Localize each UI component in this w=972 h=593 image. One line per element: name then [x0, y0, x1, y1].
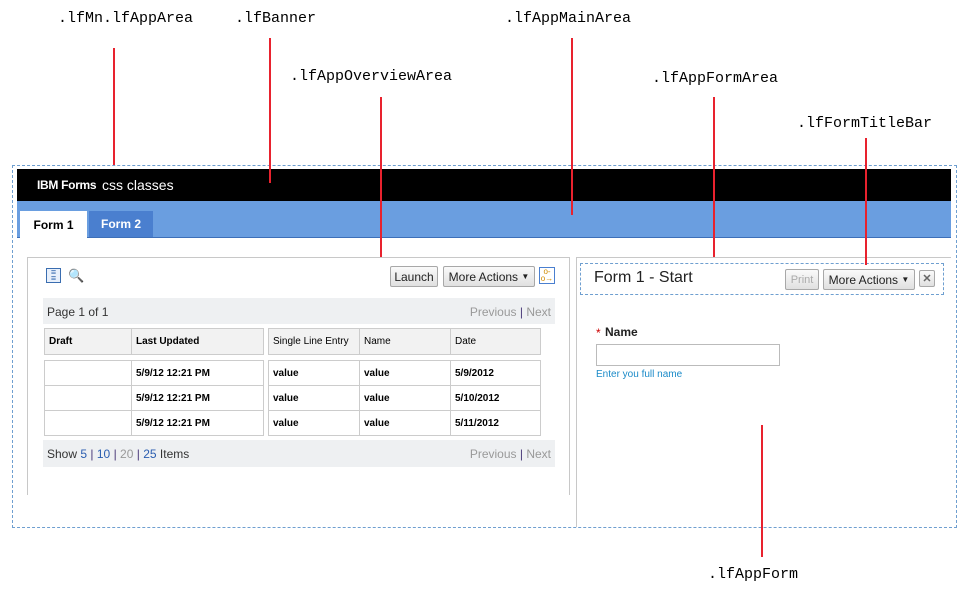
column-header-date[interactable]: Date: [450, 328, 541, 355]
annotation-main-area: .lfAppMainArea: [505, 10, 632, 27]
cell-updated: 5/9/12 12:21 PM: [131, 410, 264, 436]
cell-name: value: [359, 385, 451, 411]
tab-form-1[interactable]: Form 1: [20, 211, 87, 238]
search-icon[interactable]: 🔍: [68, 268, 84, 284]
cell-name: value: [359, 410, 451, 436]
cell-updated: 5/9/12 12:21 PM: [131, 385, 264, 411]
cell-date: 5/11/2012: [450, 410, 541, 436]
annotation-app-form: .lfAppForm: [708, 566, 799, 583]
annotation-line: [761, 425, 763, 557]
pager-bottom: Show 5 | 10 | 20 | 25 Items Previous | N…: [43, 440, 555, 467]
column-header-name[interactable]: Name: [359, 328, 451, 355]
close-icon[interactable]: ✕: [919, 270, 935, 287]
annotation-banner: .lfBanner: [235, 10, 317, 27]
chevron-down-icon: ▼: [521, 272, 530, 281]
form-title-bar: Form 1 - Start Print More Actions ▼ ✕: [580, 263, 944, 295]
form-area: [576, 257, 951, 527]
page-size-5[interactable]: 5: [80, 447, 87, 461]
annotation-form-area: .lfAppFormArea: [652, 70, 779, 87]
annotation-line: [713, 97, 715, 257]
pager-top: Page 1 of 1 Previous | Next: [43, 298, 555, 324]
page-info: Page 1 of 1: [47, 305, 109, 319]
annotation-line: [380, 97, 382, 257]
table-row[interactable]: value value 5/10/2012: [268, 385, 541, 411]
page-size-10[interactable]: 10: [97, 447, 110, 461]
column-header-draft[interactable]: Draft: [44, 328, 132, 355]
cell-date: 5/9/2012: [450, 360, 541, 386]
cell-single: value: [268, 410, 360, 436]
annotation-form-title-bar: .lfFormTitleBar: [797, 115, 933, 132]
print-button[interactable]: Print: [785, 269, 819, 290]
annotation-line: [269, 38, 271, 183]
show-label: Show: [47, 447, 78, 461]
cell-name: value: [359, 360, 451, 386]
banner: IBM Forms css classes: [17, 169, 951, 201]
list-view-icon[interactable]: ≡ ≡: [46, 268, 61, 283]
cell-draft: [44, 385, 132, 411]
cell-draft: [44, 360, 132, 386]
items-label: Items: [159, 447, 190, 461]
page-size-25[interactable]: 25: [143, 447, 156, 461]
annotation-line: [113, 48, 115, 165]
column-header-single-line-entry[interactable]: Single Line Entry: [268, 328, 360, 355]
table-row[interactable]: 5/9/12 12:21 PM: [44, 385, 264, 411]
more-actions-label: More Actions: [828, 272, 899, 287]
required-marker: *: [596, 326, 601, 340]
launch-button[interactable]: Launch: [390, 266, 438, 287]
page-size-20[interactable]: 20: [120, 447, 133, 461]
previous-link[interactable]: Previous: [470, 305, 517, 319]
values-table: Single Line Entry Name Date value value 5/9/…: [268, 328, 541, 436]
more-actions-button[interactable]: More Actions ▼: [443, 266, 535, 287]
more-actions-label: More Actions: [448, 269, 519, 284]
separator: |: [519, 447, 523, 461]
brand-logo: IBM Forms: [37, 178, 97, 192]
tab-form-2[interactable]: Form 2: [89, 211, 153, 237]
table-row[interactable]: value value 5/9/2012: [268, 360, 541, 386]
form-title: Form 1 - Start: [594, 269, 693, 286]
cell-single: value: [268, 385, 360, 411]
table-row[interactable]: value value 5/11/2012: [268, 410, 541, 436]
name-label: Name: [605, 325, 638, 339]
previous-link[interactable]: Previous: [470, 447, 517, 461]
table-row[interactable]: 5/9/12 12:21 PM: [44, 360, 264, 386]
cell-date: 5/10/2012: [450, 385, 541, 411]
cell-single: value: [268, 360, 360, 386]
chevron-down-icon: ▼: [901, 275, 910, 284]
form-more-actions-button[interactable]: More Actions ▼: [823, 269, 915, 290]
annotation-overview-area: .lfAppOverviewArea: [290, 68, 453, 85]
annotation-app-area: .lfMn.lfAppArea: [58, 10, 194, 27]
cell-draft: [44, 410, 132, 436]
annotation-line: [571, 38, 573, 215]
banner-title: css classes: [102, 177, 174, 193]
cell-updated: 5/9/12 12:21 PM: [131, 360, 264, 386]
next-link[interactable]: Next: [526, 305, 551, 319]
customize-columns-icon[interactable]: o-o→: [539, 267, 555, 284]
main-area-tabbar: Form 1 Form 2: [17, 201, 951, 238]
table-row[interactable]: 5/9/12 12:21 PM: [44, 410, 264, 436]
column-header-last-updated[interactable]: Last Updated: [131, 328, 264, 355]
next-link[interactable]: Next: [526, 447, 551, 461]
name-input[interactable]: [596, 344, 780, 366]
separator: |: [519, 305, 523, 319]
draft-table: Draft Last Updated 5/9/12 12:21 PM 5/9/12…: [44, 328, 264, 436]
annotation-line: [865, 138, 867, 265]
name-hint: Enter you full name: [596, 369, 683, 380]
